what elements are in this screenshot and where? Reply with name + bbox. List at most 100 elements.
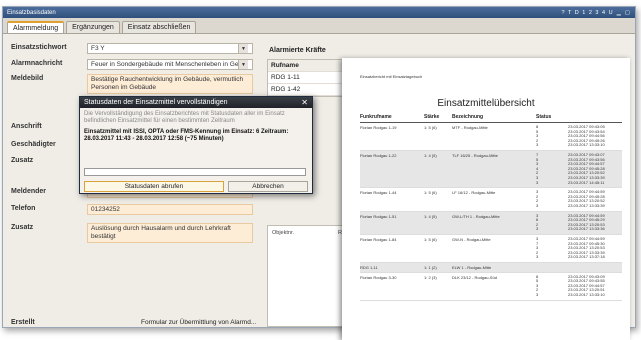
row-telefon: Telefon 01234252 <box>7 204 257 215</box>
tab-bar: Alarmmeldung Ergänzungen Einsatz abschli… <box>3 18 635 34</box>
cell-status: 3 6 2 3 <box>536 212 539 232</box>
table-row: Florian Rodgau 1-19 1: 5 (6) MTF - Rodgau-… <box>360 123 622 151</box>
label-meldebild: Meldebild <box>11 75 44 82</box>
cell-zeitstempel: 23.03.2017 09:43:07 23.03.2017 09:43:56 … <box>568 152 605 185</box>
table-row: Florian Rodgau 1-22 1: 4 (5) TLF 16/25 - R… <box>360 151 622 189</box>
col-bezeichnung: Bezeichnung <box>452 114 484 120</box>
tab-ergaenzungen[interactable]: Ergänzungen <box>66 21 120 33</box>
col-status: Status <box>536 114 552 120</box>
table-row: Florian Rodgau 1-51 1: 4 (5) GW-L/TH 1 - R… <box>360 211 622 235</box>
progress-bar <box>84 168 306 176</box>
label-telefon: Telefon <box>11 205 36 212</box>
objekt-table: Objektnr. RD <box>267 225 351 327</box>
column-header-objektnr: Objektnr. <box>272 230 295 236</box>
cell-status: 8 5 3 2 3 <box>536 124 539 148</box>
label-zusatz-2: Zusatz <box>11 224 34 231</box>
tab-alarmmeldung[interactable]: Alarmmeldung <box>7 21 65 33</box>
cell-funkrufname: Florian Rodgau 1-44 <box>360 190 397 196</box>
report-subtitle: Einsatzbericht mit Einsatztagebuch <box>360 74 423 79</box>
cell-staerke: 1: 5 (6) <box>424 125 437 130</box>
label-erstellt: Erstellt <box>11 319 35 326</box>
window-title: Einsatzbasisdaten <box>7 9 56 16</box>
cell-status: 3 7 3 2 3 <box>536 235 539 260</box>
cell-funkrufname: RDG 1-11 <box>360 264 378 270</box>
col-staerke: Stärke <box>424 114 440 120</box>
table-row: Florian Rodgau 3-30 1: 2 (3) DLK 23/12 - R… <box>360 273 622 301</box>
cell-staerke: 1: 4 (5) <box>424 153 437 158</box>
abbrechen-button[interactable]: Abbrechen <box>228 181 308 192</box>
cell-staerke: 1: 5 (6) <box>424 190 437 196</box>
minimize-icon[interactable]: ▁ <box>617 10 622 16</box>
cell-zeitstempel: 23.03.2017 09:44:59 23.03.2017 09:45:30 … <box>568 235 605 260</box>
cell-status: 8 5 3 2 3 <box>536 273 539 297</box>
cell-bezeichnung: GW-L/TH 1 - Rodgau-Mitte <box>452 213 500 219</box>
cell-funkrufname: Florian Rodgau 1-51 <box>360 213 397 219</box>
cell-funkrufname: Florian Rodgau 1-19 <box>360 125 397 130</box>
list-item[interactable]: RDG 1-11 <box>268 72 350 84</box>
maximize-icon[interactable]: ▢ <box>625 10 631 16</box>
cell-zeitstempel: 23.03.2017 09:44:59 23.03.2017 09:45:29 … <box>568 212 605 232</box>
row-einsatzstichwort: Einsatzstichwort F3 Y ▼ <box>7 43 257 54</box>
report-title: Einsatzmittelübersicht <box>437 98 535 109</box>
cell-zeitstempel: 23.03.2017 09:43:09 23.03.2017 09:43:55 … <box>568 273 605 297</box>
cell-bezeichnung: LF 16/12 - Rodgau-Mitte <box>452 190 496 196</box>
tab-einsatz-abschliessen[interactable]: Einsatz abschließen <box>121 21 197 33</box>
cell-funkrufname: Florian Rodgau 3-30 <box>360 274 397 280</box>
label-alarmnachricht: Alarmnachricht <box>11 60 63 67</box>
einsatzstichwort-select[interactable]: F3 Y ▼ <box>87 43 253 54</box>
cell-staerke: 1: 5 (6) <box>424 236 437 242</box>
label-einsatzstichwort: Einsatzstichwort <box>11 44 67 51</box>
window-toolbar[interactable]: ? T D 1 2 3 4 U <box>561 10 613 16</box>
zusatz-textarea[interactable]: Auslösung durch Hausalarm und durch Lehr… <box>87 223 253 243</box>
cell-funkrufname: Florian Rodgau 1-22 <box>360 153 397 158</box>
chevron-down-icon[interactable]: ▼ <box>238 60 248 69</box>
label-anschrift: Anschrift <box>11 123 42 130</box>
table-row: Florian Rodgau 1-44 1: 5 (6) LF 16/12 - Ro… <box>360 188 622 212</box>
row-alarmnachricht: Alarmnachricht Feuer in Sondergebäude mi… <box>7 59 257 70</box>
cell-staerke: 1: 2 (3) <box>424 274 437 280</box>
row-meldebild: Meldebild Bestätige Rauchentwicklung im … <box>7 74 257 98</box>
report-document: Einsatzbericht mit Einsatztagebuch Einsa… <box>342 58 630 340</box>
col-funkrufname: Funkrufname <box>360 114 392 120</box>
telefon-input[interactable]: 01234252 <box>87 204 253 215</box>
table-header: Funkrufname Stärke Bezeichnung Status <box>360 114 622 123</box>
statusdaten-dialog: Statusdaten der Einsatzmittel vervollstä… <box>79 96 313 194</box>
cell-status: 7 5 3 4 2 3 3 <box>536 152 539 185</box>
cell-bezeichnung: DLK 23/12 - Rodgau-Süd <box>452 274 497 280</box>
table-row: Florian Rodgau 1-84 1: 5 (6) GW-N - Rodgau… <box>360 235 622 263</box>
cell-status: 3 2 2 3 <box>536 189 539 208</box>
cell-staerke: 1: 4 (5) <box>424 213 437 219</box>
meldebild-textarea[interactable]: Bestätige Rauchentwicklung im Gebäude, v… <box>87 74 253 94</box>
cell-zeitstempel: 23.03.2017 09:43:05 23.03.2017 09:43:54 … <box>568 124 605 148</box>
erstellt-value[interactable]: Formular zur Übermittlung von Alarmd... <box>141 319 256 326</box>
label-meldender: Meldender <box>11 188 47 195</box>
row-zusatz-2: Zusatz Auslösung durch Hausalarm und dur… <box>7 223 257 245</box>
alarmnachricht-value: Feuer in Sondergebäude mit Menschenleben… <box>91 61 248 68</box>
statusdaten-abrufen-button[interactable]: Statusdaten abrufen <box>84 181 224 192</box>
report-table: Funkrufname Stärke Bezeichnung Status Fl… <box>360 114 622 301</box>
list-item[interactable]: RDG 1-42 <box>268 84 350 96</box>
dialog-title: Statusdaten der Einsatzmittel vervollstä… <box>84 99 228 106</box>
dialog-titlebar: Statusdaten der Einsatzmittel vervollstä… <box>80 97 312 108</box>
cell-funkrufname: Florian Rodgau 1-84 <box>360 236 397 242</box>
close-icon[interactable]: ✕ <box>301 97 308 108</box>
cell-bezeichnung: MTF - Rodgau-Mitte <box>452 125 488 130</box>
cell-staerke: 1: 1 (2) <box>424 264 437 270</box>
cell-bezeichnung: ELW 1 - Rodgau-Mitte <box>452 264 492 270</box>
dialog-note: Die Vervollständigung des Einsatzbericht… <box>84 111 285 124</box>
cell-bezeichnung: TLF 16/25 - Rodgau-Mitte <box>452 153 498 158</box>
window-titlebar: Einsatzbasisdaten ? T D 1 2 3 4 U ▁ ▢ <box>3 7 635 18</box>
kraefte-list: Rufname RDG 1-11 RDG 1-42 <box>267 59 351 97</box>
chevron-down-icon[interactable]: ▼ <box>238 44 248 53</box>
cell-zeitstempel: 23.03.2017 09:44:59 23.03.2017 09:45:28 … <box>568 189 605 208</box>
table-row: RDG 1-11 1: 1 (2) ELW 1 - Rodgau-Mitte <box>360 262 622 273</box>
cell-bezeichnung: GW-N - Rodgau-Mitte <box>452 236 491 242</box>
column-header-rufname: Rufname <box>268 60 350 72</box>
einsatzstichwort-value: F3 Y <box>91 45 105 52</box>
table-body: Florian Rodgau 1-19 1: 5 (6) MTF - Rodgau-… <box>360 123 622 301</box>
dialog-summary: Einsatzmittel mit ISSI, OPTA oder FMS-Ke… <box>84 129 289 142</box>
alarmierte-kraefte-header: Alarmierte Kräfte <box>269 47 326 54</box>
alarmnachricht-select[interactable]: Feuer in Sondergebäude mit Menschenleben… <box>87 59 253 70</box>
label-geschaedigter: Geschädigter <box>11 141 56 148</box>
label-zusatz-1: Zusatz <box>11 157 34 164</box>
